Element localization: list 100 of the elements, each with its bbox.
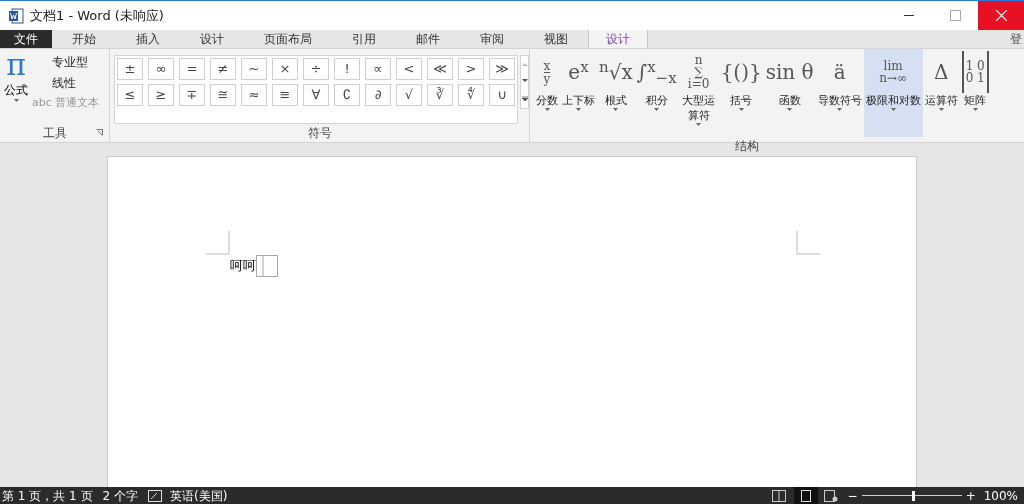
dialog-launcher-icon[interactable] (96, 129, 103, 136)
symbol-button[interactable]: ∝ (365, 58, 391, 80)
symbol-button[interactable]: ≅ (210, 84, 236, 106)
ribbon-tab[interactable]: 插入 (122, 30, 174, 48)
close-icon (995, 10, 1007, 21)
structure-symbol: n ∑ i=0 (687, 52, 710, 93)
web-layout-icon[interactable] (823, 489, 838, 502)
page-count[interactable]: 第 1 页，共 1 页 (2, 486, 93, 504)
proofing-icon[interactable] (148, 489, 162, 502)
structure-symbol: sin θ (765, 59, 814, 86)
sign-in-link[interactable]: 登 (1010, 30, 1022, 48)
symbol-button[interactable]: ∜ (458, 84, 484, 106)
ribbon-tab[interactable]: 设计 (186, 30, 238, 48)
ribbon-tab[interactable]: 邮件 (402, 30, 454, 48)
structure-label: 极限和对数 (865, 93, 921, 108)
read-mode-icon[interactable] (771, 489, 786, 502)
structure-label: 运算符 (924, 93, 958, 108)
structure-button[interactable]: ä 导数符号 (815, 49, 864, 137)
dropdown-caret-icon (738, 108, 744, 111)
gallery-scrollbar[interactable] (520, 55, 529, 109)
symbol-button[interactable]: ∓ (179, 84, 205, 106)
structure-symbol: Δ (933, 59, 949, 86)
structure-button[interactable]: $^{n}$√x 根式 (597, 49, 635, 137)
symbol-button[interactable]: ≥ (148, 84, 174, 106)
zoom-slider[interactable] (861, 489, 962, 502)
symbol-button[interactable]: ≡ (272, 84, 298, 106)
ribbon-tab[interactable]: 文件 (0, 30, 52, 48)
structure-label: 大型运算符 (681, 93, 717, 123)
symbol-button[interactable]: ≪ (427, 58, 453, 80)
ribbon-tab[interactable]: 引用 (338, 30, 390, 48)
zoom-in-button[interactable]: + (965, 486, 976, 504)
ribbon-tab[interactable]: 审阅 (466, 30, 518, 48)
dropdown-caret-icon (837, 108, 843, 111)
symbol-button[interactable]: > (458, 58, 484, 80)
dropdown-caret-icon (972, 108, 978, 111)
dropdown-caret-icon (696, 123, 702, 126)
dropdown-caret-icon (613, 108, 619, 111)
symbol-button[interactable]: √ (396, 84, 422, 106)
ribbon-tab[interactable]: 视图 (530, 30, 582, 48)
equation-button[interactable]: π 公式 (0, 49, 32, 124)
symbol-button[interactable]: ∪ (489, 84, 515, 106)
structure-label: 上下标 (562, 93, 595, 108)
symbol-button[interactable]: ∁ (334, 84, 360, 106)
margin-corner-mark (796, 231, 820, 255)
structure-button[interactable]: 1 0 0 1 矩阵 (959, 49, 991, 137)
symbol-button[interactable]: ÷ (303, 58, 329, 80)
zoom-slider-thumb[interactable] (911, 490, 915, 501)
word-count[interactable]: 2 个字 (102, 486, 138, 504)
symbol-button[interactable]: ∛ (427, 84, 453, 106)
dropdown-caret-icon (576, 108, 581, 111)
structure-symbol: e$^{x}$ (568, 56, 589, 86)
symbol-button[interactable]: ≫ (489, 58, 515, 80)
group-label: 工具 (42, 125, 67, 142)
pi-icon: π (6, 49, 26, 81)
document-text: 呵呵 (230, 257, 256, 276)
dropdown-caret-icon (13, 99, 19, 102)
dropdown-caret-icon (654, 108, 660, 111)
symbol-button[interactable]: ≤ (117, 84, 143, 106)
structure-button[interactable]: Δ 运算符 (922, 49, 960, 137)
structure-symbol: $^{n}$√x (599, 56, 633, 86)
scroll-down-icon[interactable] (521, 79, 528, 83)
structure-label: 根式 (604, 93, 627, 108)
structure-label: 括号 (730, 93, 753, 108)
ribbon-tab[interactable]: 页面布局 (250, 30, 326, 48)
more-icon[interactable] (521, 96, 528, 102)
dropdown-caret-icon (890, 108, 896, 111)
symbol-button[interactable]: < (396, 58, 422, 80)
structure-button[interactable]: {()} 括号 (718, 49, 764, 137)
ribbon-tab[interactable]: 开始 (58, 30, 110, 48)
maximize-icon (949, 10, 961, 21)
symbol-button[interactable]: ~ (241, 58, 267, 80)
print-layout-button[interactable] (793, 487, 818, 504)
structure-symbol: lim n→∞ (879, 58, 908, 87)
symbol-button[interactable]: ∀ (303, 84, 329, 106)
group-label: 结构 (734, 138, 760, 155)
structure-button[interactable]: lim n→∞ 极限和对数 (863, 49, 923, 137)
format-option[interactable]: 专业型 (32, 53, 100, 71)
symbol-button[interactable]: ! (334, 58, 360, 80)
format-option[interactable]: 线性 (32, 74, 100, 92)
minimize-icon (904, 14, 914, 17)
structure-button[interactable]: n ∑ i=0 大型运算符 (678, 49, 719, 137)
symbol-button[interactable]: × (272, 58, 298, 80)
zoom-level[interactable]: 100% (983, 486, 1018, 504)
ribbon-tab[interactable]: 设计 (588, 30, 648, 48)
symbol-button[interactable]: ± (117, 58, 143, 80)
structure-button[interactable]: e$^{x}$ 上下标 (560, 49, 597, 137)
symbol-button[interactable]: ≈ (241, 84, 267, 106)
dropdown-caret-icon (938, 108, 944, 111)
window-title: 文档1 - Word (未响应) (30, 6, 164, 25)
structure-label: 导数符号 (817, 93, 862, 108)
structure-button[interactable]: x y 分数 (534, 49, 560, 137)
structure-button[interactable]: sin θ 函数 (763, 49, 816, 137)
language-indicator[interactable]: 英语(美国) (170, 486, 228, 504)
equation-label: 公式 (4, 82, 28, 99)
symbol-button[interactable]: = (179, 58, 205, 80)
symbol-button[interactable]: ∞ (148, 58, 174, 80)
dropdown-caret-icon (544, 108, 550, 111)
symbol-button[interactable]: ∂ (365, 84, 391, 106)
zoom-out-button[interactable]: − (847, 486, 858, 504)
symbol-button[interactable]: ≠ (210, 58, 236, 80)
